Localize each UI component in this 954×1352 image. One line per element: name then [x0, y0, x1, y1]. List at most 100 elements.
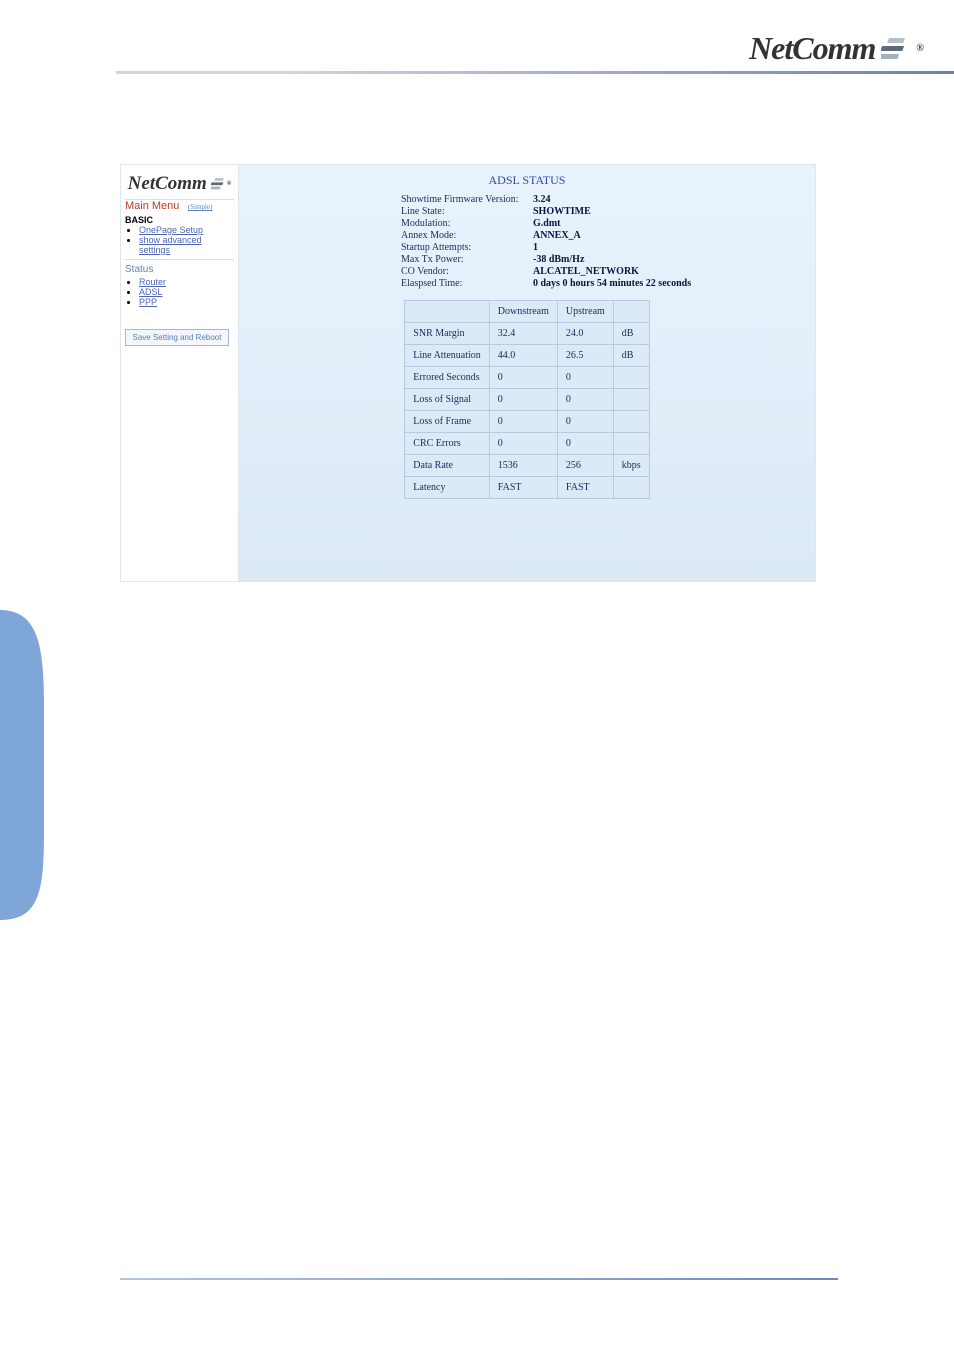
table-header-upstream: Upstream — [557, 301, 613, 323]
logo: NetComm ® — [749, 30, 924, 67]
kv-row: Max Tx Power:-38 dBm/Hz — [401, 254, 809, 266]
sidebar-item-adsl[interactable]: ADSL — [139, 287, 234, 297]
sidebar-item-label[interactable]: Router — [139, 277, 166, 287]
header-divider — [116, 71, 954, 74]
logo-text: NetComm — [749, 30, 875, 67]
registered-icon: ® — [916, 43, 924, 54]
row-unit — [613, 389, 649, 411]
sidebar-item-ppp[interactable]: PPP — [139, 297, 234, 307]
row-up: 0 — [557, 389, 613, 411]
status-details: Showtime Firmware Version:3.24 Line Stat… — [401, 194, 809, 290]
kv-row: Annex Mode:ANNEX_A — [401, 230, 809, 242]
row-up: 256 — [557, 455, 613, 477]
kv-row: Startup Attempts:1 — [401, 242, 809, 254]
footer-divider — [120, 1278, 838, 1280]
adsl-stats-table: Downstream Upstream SNR Margin32.424.0dB… — [404, 300, 649, 499]
table-header-row: Downstream Upstream — [405, 301, 649, 323]
kv-label: Startup Attempts: — [401, 242, 533, 254]
row-label: Latency — [405, 477, 490, 499]
row-label: Errored Seconds — [405, 367, 490, 389]
row-label: CRC Errors — [405, 433, 490, 455]
table-header-blank — [405, 301, 490, 323]
row-label: Loss of Frame — [405, 411, 490, 433]
save-settings-button[interactable]: Save Setting and Reboot — [125, 329, 229, 346]
main-menu-label: Main Menu — [125, 196, 179, 212]
row-unit — [613, 411, 649, 433]
table-row: Loss of Signal00 — [405, 389, 649, 411]
row-unit — [613, 433, 649, 455]
row-down: 0 — [489, 411, 557, 433]
kv-value: ANNEX_A — [533, 230, 581, 242]
row-down: 0 — [489, 367, 557, 389]
basic-menu: OnePage Setup show advanced settings — [139, 225, 234, 255]
table-header-unit — [613, 301, 649, 323]
decorative-curve-icon — [0, 590, 56, 930]
row-label: Data Rate — [405, 455, 490, 477]
status-menu: Router ADSL PPP — [139, 277, 234, 307]
mode-toggle-link[interactable]: (Simple) — [188, 203, 213, 211]
table-header-downstream: Downstream — [489, 301, 557, 323]
row-down: 44.0 — [489, 345, 557, 367]
sidebar-item-label[interactable]: show advanced settings — [139, 235, 202, 255]
sidebar-item-onepage-setup[interactable]: OnePage Setup — [139, 225, 234, 235]
kv-label: Elaspsed Time: — [401, 278, 533, 290]
row-unit: kbps — [613, 455, 649, 477]
main-content: ADSL STATUS Showtime Firmware Version:3.… — [239, 165, 815, 581]
row-up: 0 — [557, 367, 613, 389]
kv-value: 1 — [533, 242, 538, 254]
kv-label: Showtime Firmware Version: — [401, 194, 533, 206]
table-row: CRC Errors00 — [405, 433, 649, 455]
kv-row: Elaspsed Time:0 days 0 hours 54 minutes … — [401, 278, 809, 290]
kv-value: 0 days 0 hours 54 minutes 22 seconds — [533, 278, 691, 290]
kv-value: SHOWTIME — [533, 206, 591, 218]
router-admin-screenshot: NetComm ® Main Menu (Simple) BASIC OnePa… — [120, 164, 816, 582]
row-up: 0 — [557, 411, 613, 433]
kv-row: Showtime Firmware Version:3.24 — [401, 194, 809, 206]
row-up: 26.5 — [557, 345, 613, 367]
sidebar-item-label[interactable]: OnePage Setup — [139, 225, 203, 235]
kv-value: -38 dBm/Hz — [533, 254, 584, 266]
sidebar-item-label[interactable]: PPP — [139, 297, 157, 307]
kv-label: Annex Mode: — [401, 230, 533, 242]
row-up: 0 — [557, 433, 613, 455]
page-title: ADSL STATUS — [245, 173, 809, 188]
table-row: LatencyFASTFAST — [405, 477, 649, 499]
page-header: NetComm ® — [116, 30, 954, 74]
sidebar-item-advanced-settings[interactable]: show advanced settings — [139, 235, 234, 255]
table-row: Line Attenuation44.026.5dB — [405, 345, 649, 367]
row-down: 0 — [489, 433, 557, 455]
kv-value: G.dmt — [533, 218, 561, 230]
logo-stripes-icon — [881, 38, 911, 60]
row-down: FAST — [489, 477, 557, 499]
kv-label: CO Vendor: — [401, 266, 533, 278]
kv-value: 3.24 — [533, 194, 551, 206]
row-label: Line Attenuation — [405, 345, 490, 367]
kv-row: Modulation:G.dmt — [401, 218, 809, 230]
sidebar-item-label[interactable]: ADSL — [139, 287, 163, 297]
main-menu-row: Main Menu (Simple) — [125, 200, 234, 212]
kv-label: Max Tx Power: — [401, 254, 533, 266]
logo-stripes-icon — [211, 178, 227, 190]
row-down: 0 — [489, 389, 557, 411]
table-row: Loss of Frame00 — [405, 411, 649, 433]
table-row: Data Rate1536256kbps — [405, 455, 649, 477]
row-down: 32.4 — [489, 323, 557, 345]
row-unit: dB — [613, 323, 649, 345]
header-logo-wrap: NetComm ® — [116, 30, 954, 67]
kv-row: CO Vendor:ALCATEL_NETWORK — [401, 266, 809, 278]
table-row: SNR Margin32.424.0dB — [405, 323, 649, 345]
row-down: 1536 — [489, 455, 557, 477]
sidebar-item-router[interactable]: Router — [139, 277, 234, 287]
sidebar: NetComm ® Main Menu (Simple) BASIC OnePa… — [121, 165, 239, 581]
row-label: Loss of Signal — [405, 389, 490, 411]
kv-value: ALCATEL_NETWORK — [533, 266, 639, 278]
status-section-label: Status — [125, 259, 234, 277]
row-up: FAST — [557, 477, 613, 499]
kv-label: Modulation: — [401, 218, 533, 230]
row-unit — [613, 367, 649, 389]
kv-label: Line State: — [401, 206, 533, 218]
row-up: 24.0 — [557, 323, 613, 345]
row-unit — [613, 477, 649, 499]
row-label: SNR Margin — [405, 323, 490, 345]
kv-row: Line State:SHOWTIME — [401, 206, 809, 218]
